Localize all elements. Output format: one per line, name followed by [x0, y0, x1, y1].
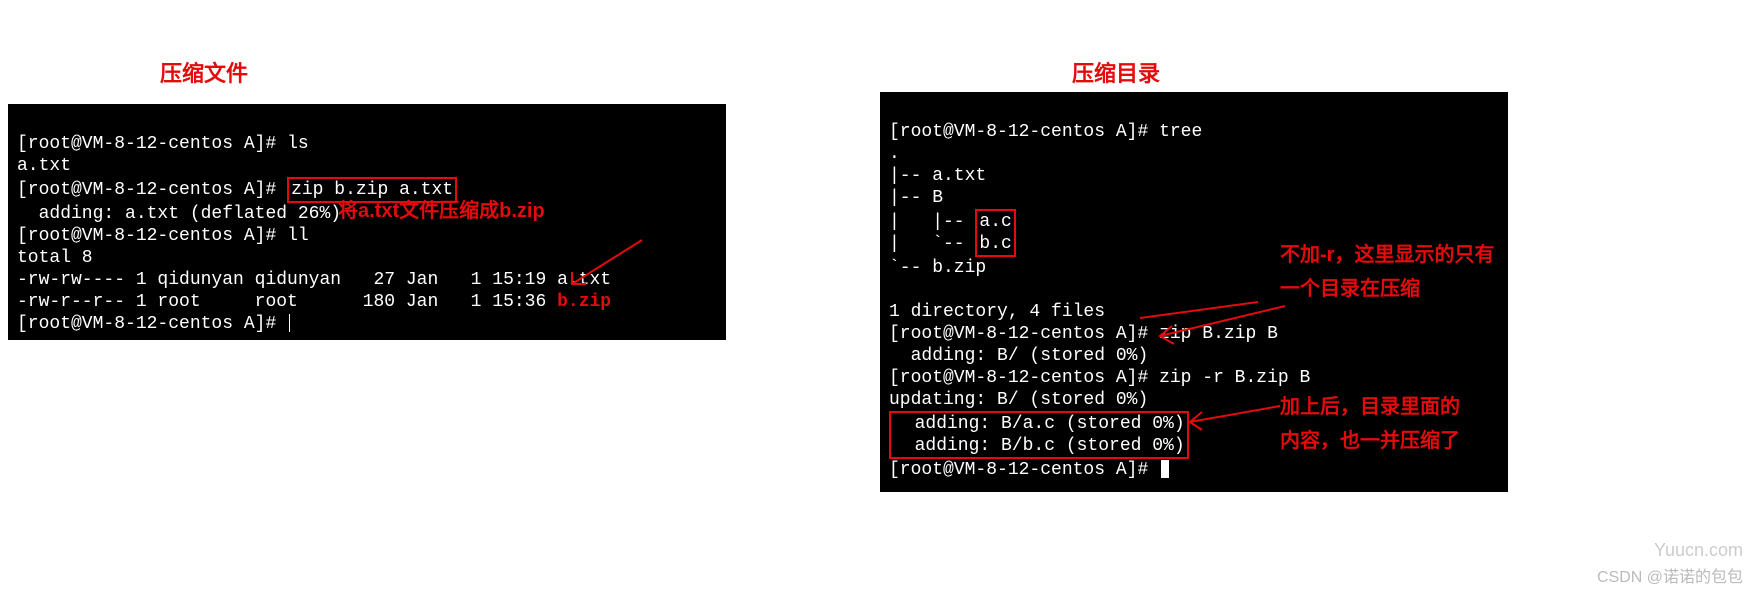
line: |-- a.txt — [889, 166, 986, 186]
right-title: 压缩目录 — [1072, 56, 1160, 88]
line: . — [889, 144, 900, 164]
boxed-add-bc: adding: B/b.c (stored 0%) — [889, 435, 1189, 459]
line: [root@VM-8-12-centos A]# zip -r B.zip B — [889, 368, 1310, 388]
right-annot1-line1: 不加-r，这里显示的只有 — [1280, 242, 1494, 268]
line: [root@VM-8-12-centos A]# zip B.zip B — [889, 324, 1278, 344]
line: a.txt — [17, 156, 71, 176]
line: [root@VM-8-12-centos A]# ls — [17, 134, 309, 154]
line: [root@VM-8-12-centos A]# tree — [889, 122, 1202, 142]
line: [root@VM-8-12-centos A]# ll — [17, 226, 309, 246]
watermark-site: Yuucn.com — [1654, 540, 1743, 561]
line: [root@VM-8-12-centos A]# — [889, 460, 1169, 480]
line: [root@VM-8-12-centos A]# zip b.zip a.txt — [17, 180, 457, 200]
right-annot1-line2: 一个目录在压缩 — [1280, 276, 1420, 302]
left-annotation: 将a.txt文件压缩成b.zip — [338, 198, 545, 224]
right-annot2-line2: 内容，也一并压缩了 — [1280, 428, 1460, 454]
boxed-ac: a.c — [975, 209, 1015, 233]
line: [root@VM-8-12-centos A]# — [17, 314, 290, 334]
line: `-- b.zip — [889, 258, 986, 278]
line: updating: B/ (stored 0%) — [889, 390, 1148, 410]
boxed-bc: b.c — [975, 233, 1015, 257]
line: total 8 — [17, 248, 93, 268]
bzip-file: b.zip — [557, 292, 611, 312]
line: | `-- b.c — [889, 234, 1016, 254]
line: adding: a.txt (deflated 26%) — [17, 204, 341, 224]
line — [889, 280, 900, 300]
cursor-icon — [1161, 460, 1169, 478]
boxed-add-ac: adding: B/a.c (stored 0%) — [889, 411, 1189, 435]
left-title: 压缩文件 — [160, 56, 248, 88]
line: adding: B/ (stored 0%) — [889, 346, 1148, 366]
line: |-- B — [889, 188, 943, 208]
line: -rw-r--r-- 1 root root 180 Jan 1 15:36 b… — [17, 292, 611, 312]
watermark-author: CSDN @诺诺的包包 — [1597, 563, 1743, 587]
line: | |-- a.c — [889, 212, 1016, 232]
line: -rw-rw---- 1 qidunyan qidunyan 27 Jan 1 … — [17, 270, 611, 290]
right-annot2-line1: 加上后，目录里面的 — [1280, 394, 1460, 420]
line: 1 directory, 4 files — [889, 302, 1105, 322]
cursor-icon — [289, 314, 290, 332]
